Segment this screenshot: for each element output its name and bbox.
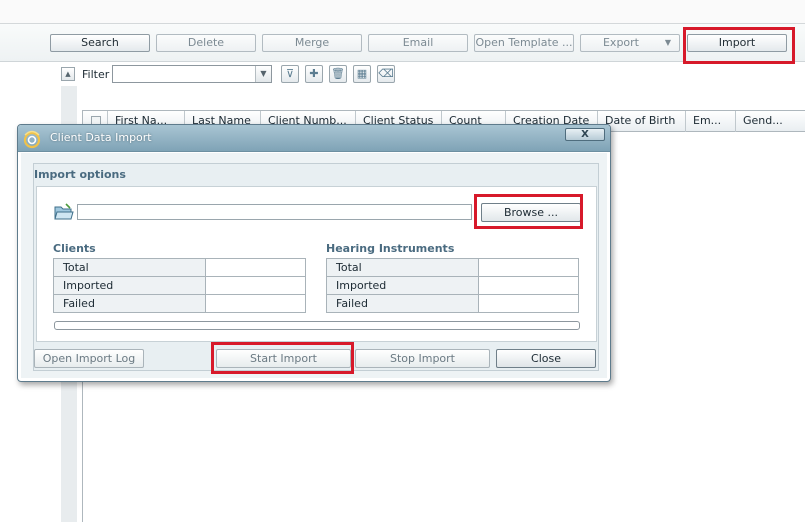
table-row: Imported <box>326 276 579 295</box>
client-data-import-dialog: Client Data Import X Import options Brow… <box>17 124 611 382</box>
import-options-title: Import options <box>34 168 126 181</box>
column-header[interactable]: Em... <box>686 111 736 132</box>
hearing-instruments-table: Total Imported Failed <box>326 258 579 313</box>
import-progress-bar <box>54 321 580 330</box>
clients-table: Total Imported Failed <box>53 258 306 313</box>
collapse-up-icon[interactable]: ▲ <box>61 67 75 81</box>
instruments-failed-value <box>478 294 579 313</box>
instruments-failed-label: Failed <box>326 294 479 313</box>
column-header[interactable]: Gend... <box>736 111 805 132</box>
clients-total-label: Total <box>53 258 206 277</box>
dialog-title-bar[interactable]: Client Data Import X <box>18 125 610 152</box>
chevron-down-icon[interactable]: ▼ <box>255 66 271 82</box>
browse-button[interactable]: Browse ... <box>481 203 581 222</box>
main-toolbar: Search Delete Merge Email Open Template … <box>0 24 805 62</box>
filter-label: Filter <box>82 68 110 81</box>
table-row: Total <box>326 258 579 277</box>
open-template-button[interactable]: Open Template ... <box>474 34 574 52</box>
import-file-path-input[interactable] <box>77 204 472 220</box>
import-button[interactable]: Import <box>687 34 787 52</box>
column-header[interactable]: Date of Birth <box>598 111 686 132</box>
instruments-imported-value <box>478 276 579 295</box>
table-row: Imported <box>53 276 306 295</box>
delete-button[interactable]: Delete <box>156 34 256 52</box>
chevron-down-icon: ▼ <box>664 38 671 47</box>
stop-import-button[interactable]: Stop Import <box>355 349 490 368</box>
add-icon[interactable]: ✚ <box>305 65 323 83</box>
email-button[interactable]: Email <box>368 34 468 52</box>
clients-total-value <box>205 258 306 277</box>
instruments-total-label: Total <box>326 258 479 277</box>
open-import-log-button[interactable]: Open Import Log <box>34 349 144 368</box>
columns-icon[interactable]: ▦ <box>353 65 371 83</box>
eraser-icon[interactable]: ⌫ <box>377 65 395 83</box>
hearing-instruments-title: Hearing Instruments <box>326 242 455 255</box>
filter-funnel-icon[interactable]: ⊽ <box>281 65 299 83</box>
trash-icon[interactable]: 🗑 <box>329 65 347 83</box>
dialog-title: Client Data Import <box>50 131 152 144</box>
table-row: Total <box>53 258 306 277</box>
instruments-imported-label: Imported <box>326 276 479 295</box>
app-logo-icon <box>23 130 41 149</box>
instruments-total-value <box>478 258 579 277</box>
export-button[interactable]: Export ▼ <box>580 34 680 52</box>
export-button-label: Export <box>602 36 639 49</box>
table-row: Failed <box>53 294 306 313</box>
clients-imported-value <box>205 276 306 295</box>
close-icon[interactable]: X <box>565 128 605 141</box>
window-top-strip <box>0 0 805 24</box>
clients-failed-label: Failed <box>53 294 206 313</box>
merge-button[interactable]: Merge <box>262 34 362 52</box>
folder-open-icon <box>54 203 74 220</box>
clients-failed-value <box>205 294 306 313</box>
start-import-button[interactable]: Start Import <box>216 349 351 368</box>
clients-title: Clients <box>53 242 96 255</box>
close-button[interactable]: Close <box>496 349 596 368</box>
table-row: Failed <box>326 294 579 313</box>
clients-imported-label: Imported <box>53 276 206 295</box>
filter-select[interactable]: ▼ <box>112 65 272 83</box>
search-button[interactable]: Search <box>50 34 150 52</box>
dialog-body: Import options Browse ... Clients Total … <box>21 153 607 378</box>
